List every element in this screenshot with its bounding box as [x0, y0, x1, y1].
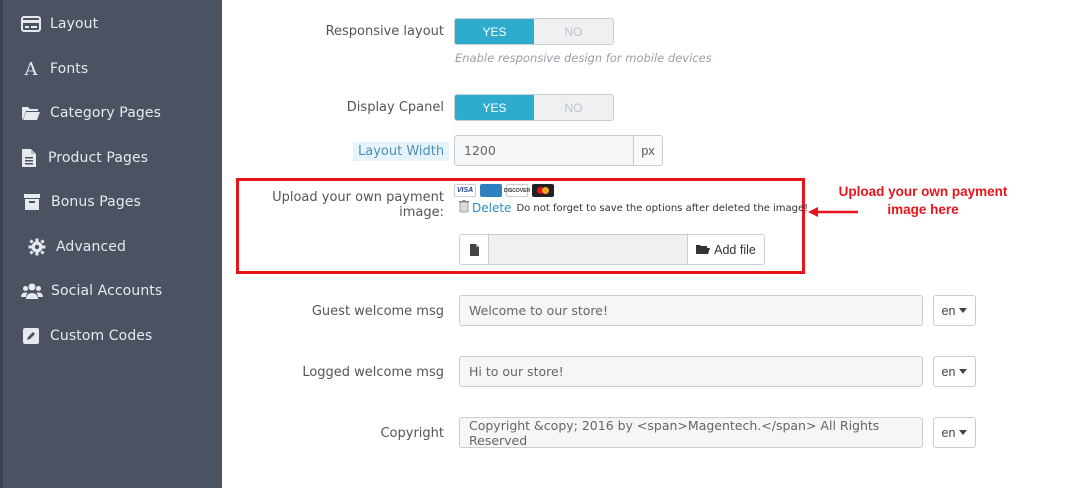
delete-image-line: Delete Do not forget to save the options…: [459, 200, 808, 216]
caret-down-icon: [959, 308, 968, 313]
users-icon: [21, 281, 43, 301]
annotation-arrow: [808, 207, 858, 217]
amex-card-icon: [480, 184, 502, 197]
folder-open-icon: [696, 245, 711, 254]
mastercard-icon: [532, 184, 554, 197]
add-file-label: Add file: [714, 242, 756, 257]
sidebar-item-product-pages[interactable]: Product Pages: [3, 138, 222, 178]
layout-width-label: Layout Width: [353, 142, 450, 161]
sidebar-item-label: Layout: [50, 16, 99, 32]
language-value: en: [941, 364, 956, 379]
payment-cards-image: VISA DISCOVER: [454, 184, 554, 197]
sidebar: Layout A Fonts Category Pages Product Pa…: [0, 0, 222, 488]
sidebar-item-label: Advanced: [56, 239, 126, 255]
sidebar-item-category-pages[interactable]: Category Pages: [3, 93, 222, 133]
sidebar-item-custom-codes[interactable]: Custom Codes: [3, 316, 222, 356]
payment-image-label: Upload your own payment image:: [272, 190, 444, 220]
copyright-language-dropdown[interactable]: en: [933, 417, 976, 448]
caret-down-icon: [959, 430, 968, 435]
language-value: en: [941, 303, 956, 318]
cpanel-no-option[interactable]: NO: [534, 95, 613, 120]
sidebar-item-label: Custom Codes: [50, 328, 153, 344]
guest-welcome-input[interactable]: Welcome to our store!: [459, 295, 923, 326]
responsive-help-text: Enable responsive design for mobile devi…: [455, 51, 712, 65]
sidebar-item-social-accounts[interactable]: Social Accounts: [3, 271, 222, 311]
visa-card-icon: VISA: [454, 184, 476, 197]
page: Layout A Fonts Category Pages Product Pa…: [0, 0, 1091, 488]
sidebar-item-fonts[interactable]: A Fonts: [3, 49, 222, 89]
file-path-input[interactable]: [488, 234, 688, 265]
sidebar-item-label: Product Pages: [48, 150, 149, 166]
file-icon-button: [459, 234, 489, 265]
file-icon: [469, 243, 479, 256]
responsive-layout-label: Responsive layout: [325, 24, 444, 39]
discover-card-icon: DISCOVER: [504, 184, 530, 197]
gear-icon: [26, 237, 48, 257]
copyright-label: Copyright: [380, 426, 444, 441]
sidebar-item-label: Fonts: [50, 61, 89, 77]
font-icon: A: [24, 58, 38, 80]
sidebar-item-bonus-pages[interactable]: Bonus Pages: [3, 182, 222, 222]
responsive-yes-option[interactable]: YES: [455, 19, 534, 44]
file-icon: [18, 148, 40, 168]
display-cpanel-label: Display Cpanel: [346, 100, 444, 115]
delete-note: Do not forget to save the options after …: [516, 202, 809, 214]
edit-icon: [20, 326, 42, 346]
folder-open-icon: [20, 103, 42, 123]
annotation-line-1: Upload your own payment: [838, 184, 1008, 199]
layout-width-input[interactable]: 1200: [454, 135, 634, 166]
caret-down-icon: [959, 369, 968, 374]
layout-icon: [20, 14, 42, 34]
delete-image-link[interactable]: Delete: [472, 201, 511, 215]
guest-welcome-label: Guest welcome msg: [311, 304, 444, 319]
responsive-layout-switch[interactable]: YES NO: [454, 18, 614, 45]
logged-welcome-language-dropdown[interactable]: en: [933, 356, 976, 387]
sidebar-item-label: Social Accounts: [51, 283, 163, 299]
cpanel-yes-option[interactable]: YES: [455, 95, 534, 120]
sidebar-item-label: Bonus Pages: [51, 194, 141, 210]
responsive-no-option[interactable]: NO: [534, 19, 613, 44]
trash-icon: [459, 200, 469, 216]
logged-welcome-label: Logged welcome msg: [302, 365, 444, 380]
logged-welcome-input[interactable]: Hi to our store!: [459, 356, 923, 387]
display-cpanel-switch[interactable]: YES NO: [454, 94, 614, 121]
add-file-button[interactable]: Add file: [687, 234, 765, 265]
copyright-input[interactable]: Copyright &copy; 2016 by <span>Magentech…: [459, 417, 923, 448]
guest-welcome-language-dropdown[interactable]: en: [933, 295, 976, 326]
sidebar-item-layout[interactable]: Layout: [3, 4, 222, 44]
layout-width-unit: px: [633, 135, 663, 166]
sidebar-item-label: Category Pages: [50, 105, 161, 121]
archive-icon: [21, 192, 43, 212]
language-value: en: [941, 425, 956, 440]
sidebar-item-advanced[interactable]: Advanced: [3, 227, 222, 267]
